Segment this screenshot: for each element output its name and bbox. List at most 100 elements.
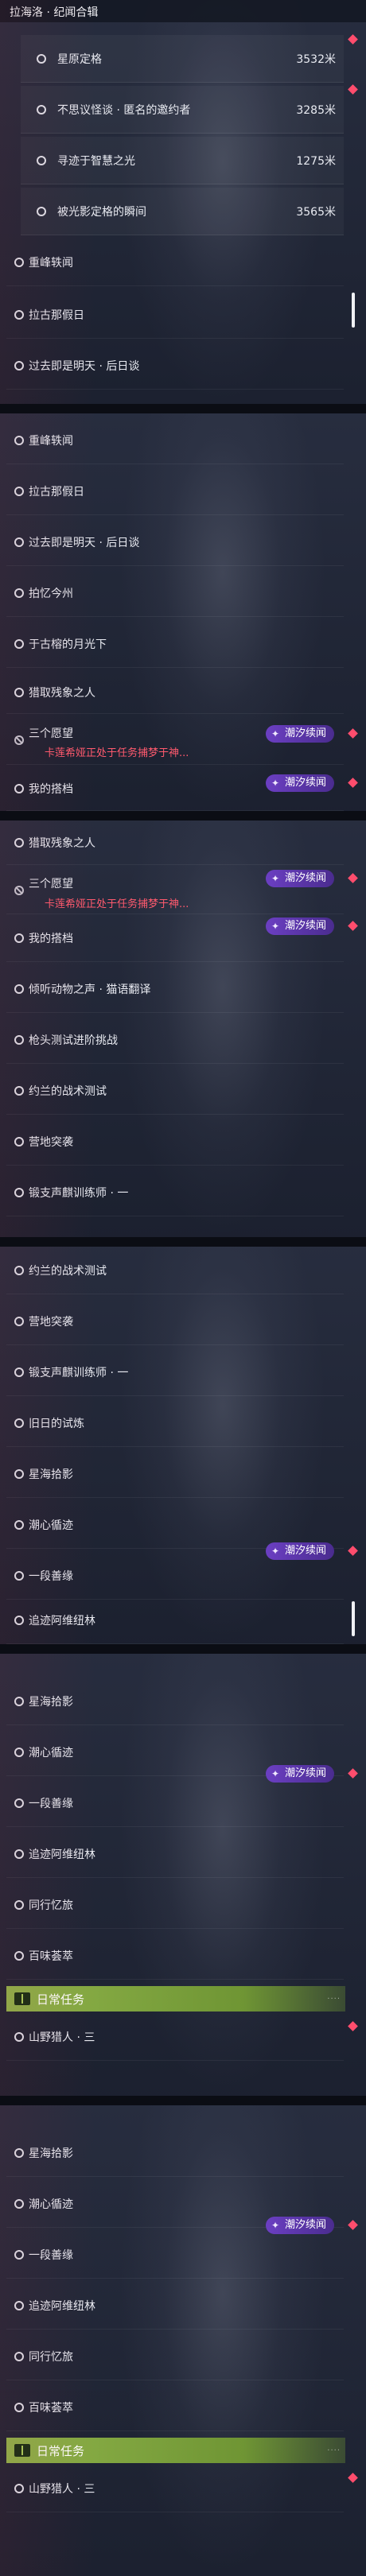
quest-name: 寻迹于智慧之光 <box>57 154 135 168</box>
radio-icon <box>14 933 24 943</box>
quest-row[interactable]: 拍忆今州 <box>6 569 344 617</box>
radio-icon <box>14 1615 24 1625</box>
quest-row[interactable]: 猎取残象之人 <box>6 821 344 865</box>
radio-icon <box>14 2249 24 2260</box>
quest-row[interactable]: 星海拾影 <box>6 1678 344 1725</box>
quest-row-blocked[interactable]: 三个愿望 卡莲希娅正处于任务捕梦于神... <box>6 716 344 765</box>
radio-icon <box>14 1265 24 1275</box>
quest-name: 约兰的战术测试 <box>29 1084 107 1098</box>
quest-row[interactable]: 一段善缘 <box>6 1552 344 1600</box>
quest-name: 锻支声麒训练师 · 一 <box>29 1366 129 1379</box>
quest-row[interactable]: 追迹阿维纽林 <box>6 1596 344 1644</box>
quest-name: 星原定格 <box>57 52 102 66</box>
quest-row[interactable]: 营地突袭 <box>6 1298 344 1345</box>
quest-name: 潮心循迹 <box>29 2198 73 2211</box>
quest-row[interactable]: 猎取残象之人 <box>6 671 344 714</box>
radio-icon <box>14 1468 24 1479</box>
radio-icon <box>14 638 24 649</box>
quest-name: 追迹阿维纽林 <box>29 2299 95 2313</box>
quest-distance: 3285米 <box>296 103 336 117</box>
quest-row[interactable]: 星海拾影 <box>6 2129 344 2177</box>
quest-name: 重峰轶闻 <box>29 256 73 270</box>
quest-row[interactable]: 追迹阿维纽林 <box>6 2282 344 2330</box>
quest-row[interactable]: 同行忆旅 <box>6 1881 344 1929</box>
quest-row[interactable]: 我的搭档 <box>6 766 344 811</box>
quest-row[interactable]: 百味荟萃 <box>6 2384 344 2431</box>
quest-row[interactable]: 不思议怪谈 · 匿名的邀约者 3285米 <box>21 86 344 134</box>
quest-row[interactable]: 锻支声麒训练师 · 一 <box>6 1169 344 1216</box>
quest-row[interactable]: 于古榕的月光下 <box>6 620 344 668</box>
quest-row[interactable]: 过去即是明天 · 后日谈 <box>6 518 344 566</box>
red-dot-marker <box>348 2473 358 2483</box>
blocked-warning: 卡莲希娅正处于任务捕梦于神... <box>45 898 189 910</box>
quest-name: 过去即是明天 · 后日谈 <box>29 536 140 549</box>
quest-row[interactable]: 星海拾影 <box>6 1450 344 1498</box>
quest-distance: 3532米 <box>296 52 336 66</box>
quest-name: 三个愿望 <box>29 727 73 740</box>
quest-row[interactable]: 旧日的试炼 <box>6 1399 344 1447</box>
scrollbar-thumb[interactable] <box>352 1601 355 1636</box>
radio-icon <box>14 1950 24 1961</box>
quest-panel-4: 约兰的战术测试 营地突袭 锻支声麒训练师 · 一 旧日的试炼 星海拾影 潮心循迹… <box>0 1247 366 1644</box>
quest-row[interactable]: 过去即是明天 · 后日谈 <box>6 342 344 390</box>
radio-icon <box>37 206 46 216</box>
quest-row[interactable]: 我的搭档 <box>6 914 344 962</box>
quest-row[interactable]: 同行忆旅 <box>6 2333 344 2380</box>
radio-icon <box>37 104 46 114</box>
quest-row[interactable]: 重峰轶闻 <box>6 239 344 286</box>
blocked-icon <box>14 885 24 895</box>
quest-row[interactable]: 百味荟萃 <box>6 1932 344 1980</box>
quest-row[interactable]: 寻迹于智慧之光 1275米 <box>21 137 344 184</box>
red-dot-marker <box>348 34 358 45</box>
quest-row[interactable]: 一段善缘 <box>6 2231 344 2279</box>
quest-row[interactable]: 山野猎人 · 三 <box>6 2013 344 2061</box>
radio-icon <box>14 1519 24 1530</box>
quest-row[interactable]: 营地突袭 <box>6 1118 344 1166</box>
quest-row[interactable]: 倾听动物之声 · 猫语翻译 <box>6 965 344 1013</box>
radio-icon <box>37 53 46 64</box>
radio-icon <box>14 1187 24 1197</box>
radio-icon <box>14 1696 24 1706</box>
radio-icon <box>14 2031 24 2042</box>
red-dot-marker <box>348 778 358 788</box>
quest-row[interactable]: 约兰的战术测试 <box>6 1247 344 1294</box>
radio-icon <box>14 360 24 370</box>
quest-row[interactable]: 被光影定格的瞬间 3565米 <box>21 188 344 235</box>
red-dot-marker <box>348 1546 358 1556</box>
quest-row[interactable]: 拉古那假日 <box>6 291 344 339</box>
quest-row[interactable]: 锻支声麒训练师 · 一 <box>6 1348 344 1396</box>
quest-row[interactable]: 约兰的战术测试 <box>6 1067 344 1115</box>
quest-name: 潮心循迹 <box>29 1746 73 1759</box>
quest-name: 于古榕的月光下 <box>29 638 107 651</box>
quest-name: 倾听动物之声 · 猫语翻译 <box>29 983 151 996</box>
quest-row[interactable]: 星原定格 3532米 <box>21 35 344 83</box>
quest-name: 星海拾影 <box>29 1468 73 1481</box>
quest-name: 三个愿望 <box>29 877 73 890</box>
quest-name: 百味荟萃 <box>29 2401 73 2415</box>
quest-row[interactable]: 潮心循迹 <box>6 1501 344 1549</box>
radio-icon <box>37 155 46 165</box>
quest-name: 追迹阿维纽林 <box>29 1614 95 1627</box>
quest-name: 同行忆旅 <box>29 2350 73 2364</box>
quest-row[interactable]: 一段善缘 <box>6 1779 344 1827</box>
radio-icon <box>14 537 24 547</box>
quest-name: 旧日的试炼 <box>29 1417 84 1430</box>
quest-name: 锻支声麒训练师 · 一 <box>29 1186 129 1200</box>
quest-row[interactable]: 山野猎人 · 三 <box>6 2465 344 2512</box>
panel-separator <box>0 404 366 413</box>
radio-icon <box>14 1899 24 1910</box>
panel-separator <box>0 811 366 821</box>
quest-row-blocked[interactable]: 三个愿望 卡莲希娅正处于任务捕梦于神... <box>6 867 344 914</box>
scrollbar-thumb[interactable] <box>352 293 355 328</box>
quest-row[interactable]: 重峰轶闻 <box>6 417 344 464</box>
quest-row[interactable]: 拉古那假日 <box>6 467 344 515</box>
radio-icon <box>14 2402 24 2412</box>
quest-name: 猎取残象之人 <box>29 686 95 700</box>
region-title: 拉海洛 · 纪闻合辑 <box>10 6 99 19</box>
daily-quest-header[interactable]: 日常任务 ···· <box>6 1986 345 2012</box>
quest-row[interactable]: 追迹阿维纽林 <box>6 1830 344 1878</box>
daily-quest-header[interactable]: 日常任务 ···· <box>6 2438 345 2463</box>
quest-name: 星海拾影 <box>29 1695 73 1709</box>
quest-row[interactable]: 枪头测试进阶挑战 <box>6 1016 344 1064</box>
radio-icon <box>14 837 24 848</box>
